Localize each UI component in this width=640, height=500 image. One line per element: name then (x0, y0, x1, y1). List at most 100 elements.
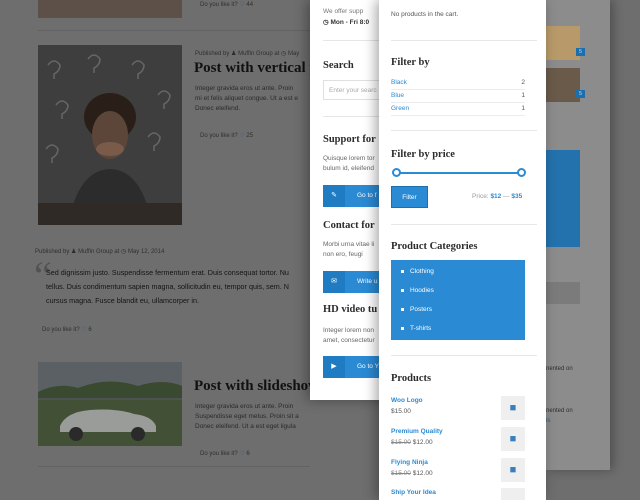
play-icon: ▶ (323, 356, 345, 378)
post1-author[interactable]: Muffin Group (238, 51, 273, 57)
search-box[interactable] (546, 282, 580, 304)
filter-item-name[interactable]: Black (391, 79, 407, 86)
quote-line: Sed dignissim justo. Suspendisse ferment… (46, 268, 289, 277)
product-name[interactable]: Premium Quality (391, 428, 443, 435)
product-name[interactable]: Ship Your Idea (391, 489, 436, 496)
price-slider-max-handle[interactable] (517, 168, 526, 177)
user-icon: ♟ (231, 51, 237, 57)
quote-date: May 12, 2014 (127, 249, 165, 255)
filter-price-heading: Filter by price (391, 149, 455, 160)
chat-icon: ✎ (323, 185, 345, 207)
go-to-forum-label: Go to f (357, 192, 377, 199)
post1-like[interactable]: Do you like it? ♡ 25 (200, 132, 253, 139)
contact-text-line: Morbi urna vitae li (323, 241, 375, 248)
divider (391, 102, 525, 103)
filter-item-green[interactable]: Green 1 (391, 105, 525, 117)
post2-like[interactable]: Do you like it? ♡ 6 (200, 450, 250, 457)
video-text-line: amet, consectetur (323, 337, 375, 344)
quote-at: at (114, 249, 120, 255)
filter-button[interactable]: Filter (391, 186, 428, 208)
category-item-clothing[interactable]: Clothing (401, 268, 434, 275)
post-top-like-count: 44 (246, 2, 254, 8)
divider (391, 40, 537, 41)
support-text: Quisque lorem tor bulum id, eleifend (323, 154, 375, 174)
divider (391, 89, 525, 90)
price-max: $35 (511, 193, 523, 200)
category-label: Hoodies (410, 287, 434, 294)
contact-heading: Contact for (323, 220, 375, 231)
comment-link[interactable]: is (546, 418, 550, 424)
hours-value: Mon - Fri 8:0 (330, 19, 370, 26)
product-name[interactable]: Flying Ninja (391, 459, 428, 466)
post1-published-by: Published by (195, 51, 230, 57)
price-min: $12 (490, 193, 502, 200)
post-image-vertical[interactable] (38, 45, 182, 225)
price-slider-min-handle[interactable] (392, 168, 401, 177)
divider (391, 130, 537, 131)
video-text: Integer lorem non amet, consectetur (323, 326, 375, 346)
avatar[interactable] (546, 68, 580, 102)
product-name[interactable]: Woo Logo (391, 397, 423, 404)
filter-item-name[interactable]: Green (391, 105, 409, 112)
price-slider-track[interactable] (396, 172, 522, 174)
heart-icon[interactable]: ♡ (239, 2, 244, 8)
quote-like-label: Do you like it? (42, 327, 80, 333)
product-old-price: $15.00 (391, 470, 411, 477)
write-us-label: Write u (357, 278, 378, 285)
post2-like-label: Do you like it? (200, 451, 238, 457)
support-heading: Support for (323, 134, 376, 145)
product-thumbnail[interactable]: ■ (501, 458, 525, 482)
comment-text: nented on (546, 408, 573, 414)
categories-heading: Product Categories (391, 241, 478, 252)
post-top-like-label: Do you like it? (200, 2, 238, 8)
category-item-tshirts[interactable]: T-shirts (401, 325, 431, 332)
products-heading: Products (391, 373, 432, 384)
bullet-icon (401, 307, 404, 311)
user-icon: ♟ (71, 249, 77, 255)
product-thumbnail[interactable]: ■ (501, 427, 525, 451)
quote-line: tellus. Duis condimentum sapien magna, s… (46, 282, 289, 291)
video-heading: HD video tu (323, 304, 378, 315)
search-heading: Search (323, 60, 354, 71)
video-text-line: Integer lorem non (323, 327, 374, 334)
post1-excerpt: Integer gravida eros ut ante. Proin mi e… (195, 84, 298, 114)
count-badge: 5 (576, 90, 585, 98)
post2-title[interactable]: Post with slideshow (194, 378, 319, 395)
product-thumbnail[interactable] (501, 488, 525, 500)
price-label: Price: (472, 193, 489, 200)
heart-icon[interactable]: ♡ (239, 133, 244, 139)
product-current-price: $15.00 (391, 408, 411, 415)
post1-excerpt-line: Integer gravida eros ut ante. Proin (195, 85, 294, 92)
filter-item-name[interactable]: Blue (391, 92, 404, 99)
product-current-price: $12.00 (412, 439, 433, 446)
contact-text: Morbi urna vitae li non ero, feugi (323, 240, 374, 260)
post1-meta: Published by ♟ Muffin Group at ◷ May (195, 50, 299, 57)
product-thumbnail[interactable]: ■ (501, 396, 525, 420)
clock-icon: ◷ (323, 19, 329, 26)
offer-text: We offer supp (323, 8, 364, 15)
post-top-like[interactable]: Do you like it? ♡ 44 (200, 1, 253, 8)
quote-text: Sed dignissim justo. Suspendisse ferment… (46, 266, 316, 308)
bullet-icon (401, 269, 404, 273)
price-dash: — (503, 193, 510, 200)
heart-icon[interactable]: ♡ (239, 451, 244, 457)
filter-by-heading: Filter by (391, 57, 430, 68)
clock-icon: ◷ (121, 249, 127, 255)
avatar[interactable] (546, 26, 580, 60)
post1-title[interactable]: Post with vertical p (194, 60, 318, 77)
price-range-label: Price: $12 — $35 (472, 193, 522, 200)
post-image-slideshow[interactable] (38, 362, 182, 446)
post-image-slideshow-art (38, 362, 182, 446)
filter-item-blue[interactable]: Blue 1 (391, 92, 525, 104)
quote-like[interactable]: Do you like it? ♡ 6 (42, 326, 92, 333)
support-text-line: Quisque lorem tor (323, 155, 375, 162)
heart-icon[interactable]: ♡ (81, 327, 86, 333)
hours-text: ◷ Mon - Fri 8:0 (323, 18, 369, 26)
product-price: $15.00 $12.00 (391, 439, 433, 446)
category-item-hoodies[interactable]: Hoodies (401, 287, 434, 294)
category-label: T-shirts (410, 325, 432, 332)
category-item-posters[interactable]: Posters (401, 306, 432, 313)
quote-author[interactable]: Muffin Group (78, 249, 113, 255)
post-top-image (38, 0, 182, 18)
filter-item-black[interactable]: Black 2 (391, 79, 525, 91)
